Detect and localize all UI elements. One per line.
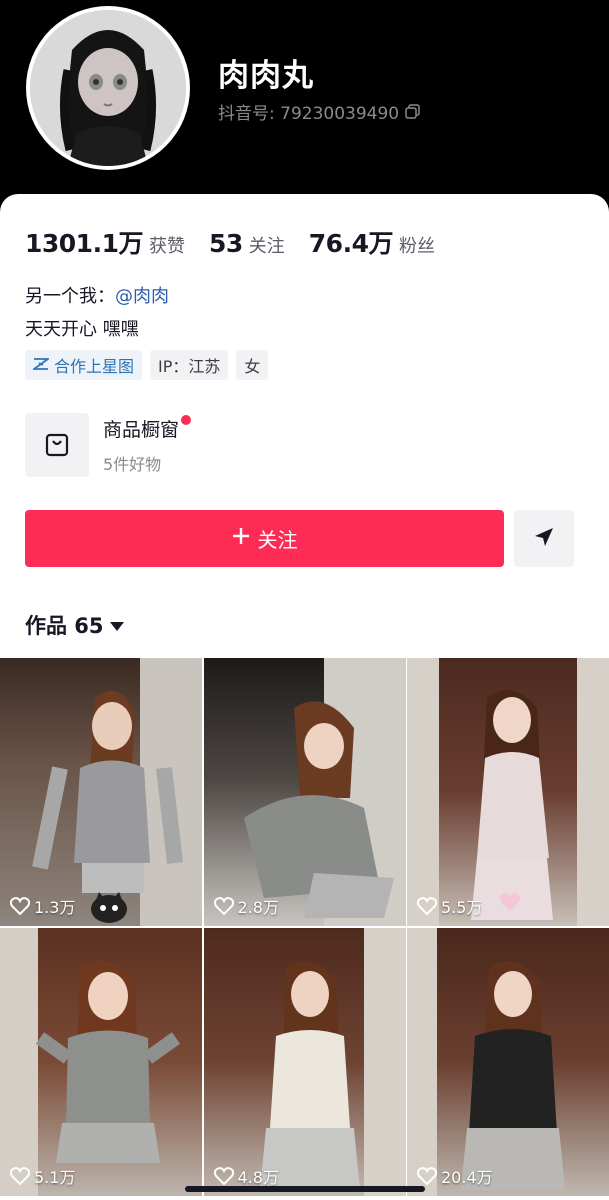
- profile-card: 1301.1万 获赞 53 关注 76.4万 粉丝 另一个我：@肉肉 天天开心 …: [0, 194, 609, 1200]
- like-count-text: 5.5万: [441, 898, 483, 917]
- xingtu-icon: [31, 356, 51, 375]
- share-button[interactable]: [514, 510, 574, 567]
- heart-sticker-icon: [499, 892, 521, 916]
- stat-followers[interactable]: 76.4万 粉丝: [309, 224, 435, 260]
- notification-dot: [181, 415, 192, 425]
- like-count: 2.8万: [213, 894, 279, 918]
- xingtu-tag[interactable]: 合作上星图: [25, 350, 143, 380]
- avatar[interactable]: [26, 6, 190, 170]
- heart-icon: [417, 1167, 437, 1185]
- video-preview-image: [32, 658, 202, 926]
- heart-icon: [10, 897, 30, 915]
- video-preview-image: [0, 928, 181, 1196]
- video-thumbnail[interactable]: 2.8万: [203, 658, 406, 926]
- ip-location-tag: IP：江苏: [150, 350, 229, 380]
- video-thumbnail[interactable]: 1.3万: [0, 658, 202, 926]
- shop-title-text: 商品橱窗: [103, 419, 180, 441]
- stat-followers-label: 粉丝: [398, 236, 435, 257]
- video-grid: 1.3万 2.8万 5.5万 5.1万 4.8万 20.4万: [0, 658, 609, 1196]
- like-count-text: 5.1万: [34, 1168, 76, 1187]
- douyin-id[interactable]: 抖音号: 79230039490: [218, 99, 420, 124]
- xingtu-label: 合作上星图: [54, 357, 135, 376]
- like-count: 5.5万: [417, 894, 482, 918]
- bio-prefix: 另一个我：: [25, 286, 115, 307]
- stat-following-value: 53: [208, 229, 243, 258]
- like-count: 5.1万: [10, 1164, 75, 1188]
- like-count-text: 1.3万: [34, 898, 76, 917]
- shop-bag-icon: [25, 413, 89, 477]
- heart-icon: [417, 897, 437, 915]
- like-count-text: 2.8万: [237, 898, 279, 917]
- douyin-id-text: 抖音号: 79230039490: [218, 104, 400, 124]
- bio-line-2: 天天开心 嘿嘿: [25, 319, 139, 340]
- caret-down-icon: [109, 621, 124, 631]
- profile-header: 肉肉丸 抖音号: 79230039490: [0, 0, 609, 215]
- stat-likes-value: 1301.1万: [25, 229, 143, 258]
- bio-line-1: 另一个我：@肉肉: [25, 282, 169, 308]
- works-tab[interactable]: 作品 65: [25, 610, 124, 640]
- like-count: 4.8万: [213, 1164, 279, 1188]
- like-count: 1.3万: [10, 894, 75, 918]
- video-preview-image: [259, 928, 406, 1196]
- like-count-text: 4.8万: [237, 1168, 279, 1187]
- stat-followers-value: 76.4万: [308, 229, 394, 258]
- heart-icon: [10, 1167, 30, 1185]
- gender-tag: 女: [236, 350, 269, 380]
- copy-icon[interactable]: [405, 104, 420, 119]
- video-preview-image: [243, 658, 406, 926]
- shop-title: 商品橱窗: [103, 415, 192, 442]
- profile-tags: 合作上星图 IP：江苏 女: [25, 350, 269, 380]
- video-preview-image: [407, 928, 565, 1196]
- home-indicator[interactable]: [185, 1186, 425, 1192]
- avatar-image: [30, 10, 186, 166]
- stat-likes[interactable]: 1301.1万 获赞: [25, 224, 185, 260]
- works-label: 作品 65: [25, 614, 104, 638]
- follow-button[interactable]: 关注: [25, 510, 504, 567]
- video-thumbnail[interactable]: 5.1万: [0, 928, 202, 1196]
- video-thumbnail[interactable]: 20.4万: [407, 928, 609, 1196]
- stat-following[interactable]: 53 关注: [209, 229, 285, 258]
- stats-row: 1301.1万 获赞 53 关注 76.4万 粉丝: [25, 224, 459, 260]
- shop-subtitle: 5件好物: [103, 455, 162, 474]
- plus-icon: [232, 527, 250, 551]
- cat-sticker-icon: [90, 890, 128, 926]
- like-count-text: 20.4万: [441, 1168, 493, 1187]
- video-thumbnail[interactable]: 4.8万: [203, 928, 406, 1196]
- stat-likes-label: 获赞: [148, 236, 185, 257]
- video-thumbnail[interactable]: 5.5万: [407, 658, 609, 926]
- like-count: 20.4万: [417, 1164, 493, 1188]
- nickname: 肉肉丸: [218, 58, 314, 94]
- send-icon: [533, 526, 555, 552]
- video-preview-image: [407, 658, 609, 926]
- heart-icon: [213, 1167, 234, 1185]
- shop-window[interactable]: 商品橱窗 5件好物: [25, 413, 192, 477]
- bio-mention-link[interactable]: @肉肉: [115, 286, 169, 307]
- heart-icon: [213, 897, 234, 915]
- stat-following-label: 关注: [248, 236, 285, 257]
- shop-text: 商品橱窗 5件好物: [103, 415, 192, 475]
- follow-label: 关注: [257, 530, 298, 552]
